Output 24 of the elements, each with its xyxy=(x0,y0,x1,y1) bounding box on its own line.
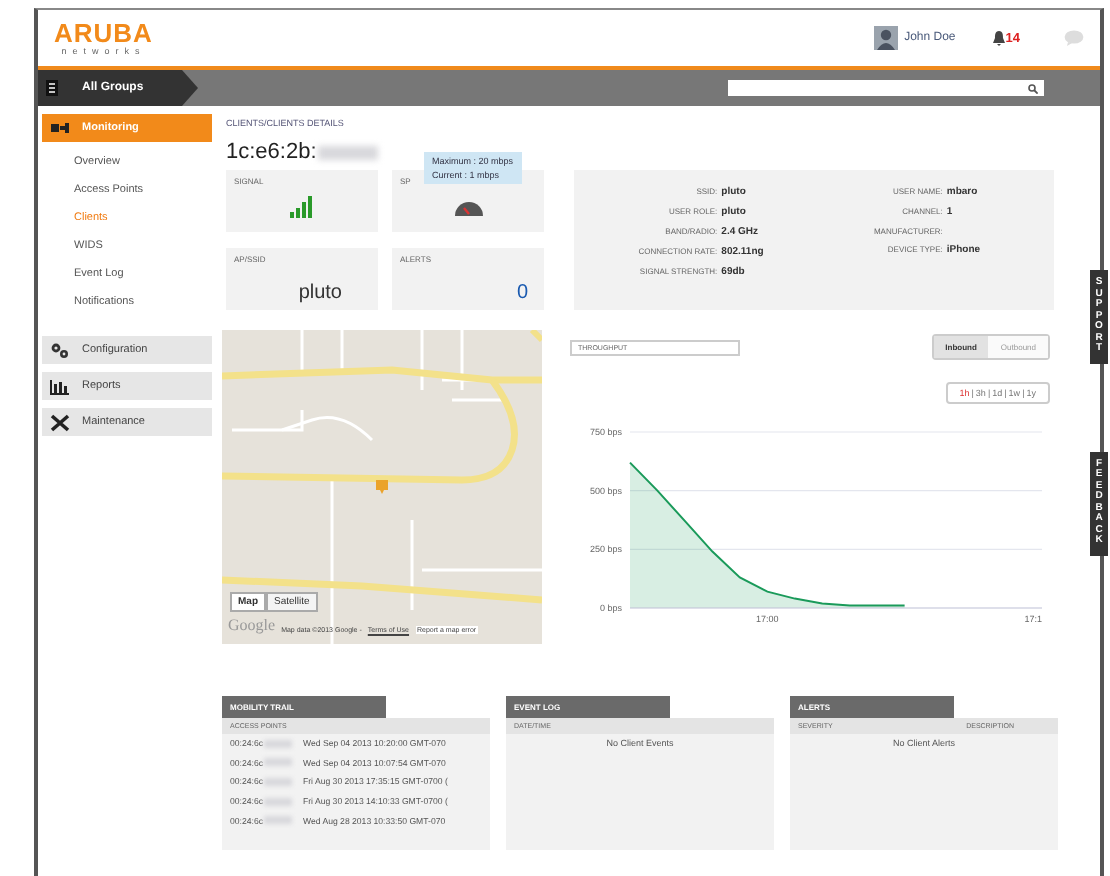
logo-text: ARUBA xyxy=(54,21,153,45)
chat-bubble-icon[interactable] xyxy=(1064,30,1084,46)
alert-count-value: 0 xyxy=(516,282,528,304)
user-avatar-icon xyxy=(874,26,899,50)
redacted-text xyxy=(263,777,291,786)
search-icon xyxy=(1028,83,1038,93)
bell-icon[interactable] xyxy=(991,30,1006,46)
redacted-text xyxy=(318,145,379,159)
signal-bars-icon xyxy=(290,195,314,217)
map-pin-icon xyxy=(376,480,388,494)
ap-ssid-value: pluto xyxy=(298,282,342,304)
redacted-text xyxy=(263,758,291,767)
client-mac-address: 1c:e6:2b: xyxy=(226,140,317,164)
redacted-text xyxy=(263,739,291,748)
binoculars-icon xyxy=(50,119,70,137)
redacted-text xyxy=(263,797,291,806)
gears-icon xyxy=(50,341,70,359)
redacted-text xyxy=(263,816,291,825)
tools-icon xyxy=(50,413,70,431)
search-field[interactable] xyxy=(728,80,1044,96)
menu-icon xyxy=(46,80,58,96)
map-provider-logo: Google xyxy=(228,616,276,634)
bar-chart-icon xyxy=(50,377,70,395)
speedometer-icon xyxy=(453,197,483,215)
